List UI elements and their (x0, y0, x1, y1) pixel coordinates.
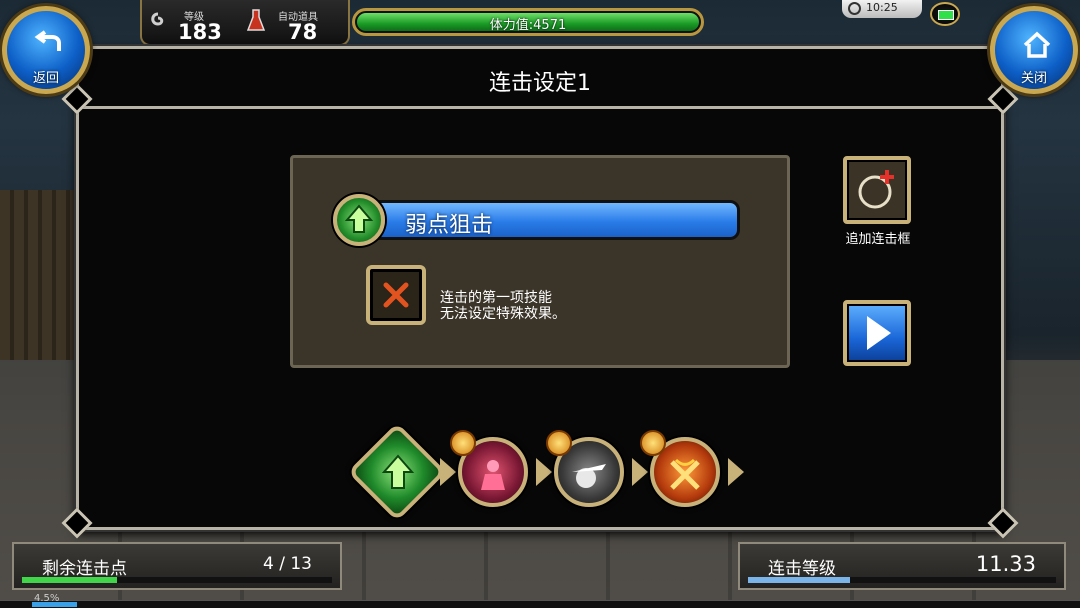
coin-badge-icon (640, 430, 666, 456)
clock-time: 10:25 (866, 1, 898, 14)
chain-arrow (728, 458, 744, 486)
remaining-value: 4 / 13 (263, 554, 312, 574)
level-value: 183 (178, 20, 222, 44)
player-stats-panel: 等级 183 自动道具 78 (140, 0, 350, 46)
combo-level-track (748, 577, 1056, 583)
back-button[interactable]: 返回 (2, 6, 90, 94)
battery-icon (930, 2, 960, 26)
next-button[interactable] (843, 300, 911, 366)
experience-text: 4.5% (34, 593, 60, 604)
slash-skill-icon (572, 464, 606, 488)
close-label: 关闭 (1020, 71, 1047, 86)
note-line-2: 无法设定特殊效果。 (440, 306, 566, 322)
background-wall (0, 190, 80, 360)
chain-arrow (632, 458, 648, 486)
potion-icon (246, 9, 266, 31)
clock-icon (848, 2, 861, 15)
play-icon (867, 316, 891, 350)
dialog-header: 连击设定1 (79, 49, 1001, 109)
skill-panel (290, 155, 790, 368)
skill-name-bar[interactable]: 弱点狙击 (378, 200, 740, 240)
green-arrow-skill-icon (381, 454, 415, 489)
remaining-combo-points-panel: 剩余连击点 4 / 13 (12, 542, 342, 590)
back-label: 返回 (32, 71, 59, 86)
combo-level-panel: 连击等级 11.33 (738, 542, 1066, 590)
home-icon (1023, 31, 1051, 58)
special-effect-slot[interactable] (366, 265, 426, 325)
add-ring-icon (858, 170, 894, 209)
star-badge-icon (450, 430, 476, 456)
green-arrow-icon (344, 204, 374, 233)
swirl-icon (151, 12, 164, 26)
red-figure-skill-icon (481, 460, 505, 490)
experience-bar (0, 600, 1080, 608)
stamina-bar: 体力值:4571 (352, 8, 704, 36)
clock: 10:25 (842, 0, 922, 18)
close-x-icon (383, 282, 409, 308)
dialog-title: 连击设定1 (489, 71, 591, 96)
remaining-fill (22, 577, 118, 583)
stamina-text: 体力值:4571 (489, 18, 567, 33)
skill-orb[interactable] (333, 194, 385, 246)
note-line-1: 连击的第一项技能 (440, 290, 552, 306)
chain-arrow (440, 458, 456, 486)
remaining-track (22, 577, 332, 583)
remaining-label: 剩余连击点 (42, 559, 127, 579)
skill-name: 弱点狙击 (405, 213, 494, 238)
add-combo-frame-label: 追加连击框 (845, 232, 911, 247)
fire-cross-skill-icon (670, 458, 700, 490)
star-badge-icon (546, 430, 572, 456)
close-button[interactable]: 关闭 (990, 6, 1078, 94)
combo-level-value: 11.33 (975, 552, 1036, 576)
combo-level-fill (748, 577, 850, 583)
combo-level-label: 连击等级 (768, 559, 836, 579)
special-effect-note: 连击的第一项技能 无法设定特殊效果。 (440, 290, 566, 322)
chain-arrow (536, 458, 552, 486)
back-arrow-icon (34, 30, 61, 51)
add-combo-frame-button[interactable] (843, 156, 911, 224)
auto-item-value: 78 (288, 20, 318, 44)
